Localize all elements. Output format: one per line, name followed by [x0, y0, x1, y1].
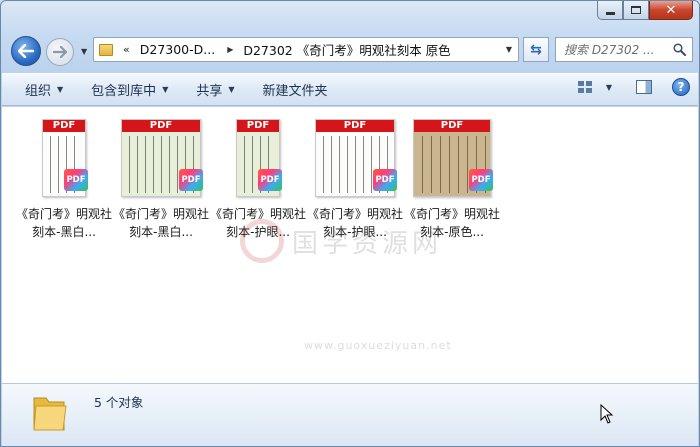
pdf-badge-icon: PDF — [179, 169, 203, 191]
chevron-down-icon: ▼ — [162, 85, 169, 94]
chevron-down-icon: ▼ — [57, 85, 64, 94]
file-item[interactable]: PDF PDF 《奇门考》明观社刻本-护眼... — [210, 113, 306, 241]
pdf-badge-icon: PDF — [469, 169, 493, 191]
pdf-banner: PDF — [316, 120, 394, 132]
search-input[interactable] — [564, 42, 676, 57]
explorer-window: ✕ ▼ « D27300-D... ▶ D27302 《奇门考》明观社刻本 原色… — [0, 0, 700, 447]
breadcrumb-parent[interactable]: D27300-D... — [140, 42, 215, 57]
file-name: 《奇门考》明观社刻本-护眼... — [210, 207, 307, 239]
file-name: 《奇门考》明观社刻本-黑白... — [113, 207, 210, 239]
preview-pane-icon[interactable] — [636, 80, 652, 94]
command-bar: 组织 ▼ 包含到库中 ▼ 共享 ▼ 新建文件夹 ▼ ? — [2, 73, 698, 106]
pdf-banner: PDF — [43, 120, 85, 132]
share-label: 共享 — [196, 84, 223, 99]
details-pane: 5 个对象 — [2, 383, 698, 446]
organize-label: 组织 — [25, 84, 52, 99]
include-in-library-button[interactable]: 包含到库中 ▼ — [82, 77, 177, 103]
close-button[interactable]: ✕ — [649, 1, 693, 20]
pdf-banner: PDF — [122, 120, 200, 132]
chevron-down-icon: ▼ — [228, 85, 235, 94]
search-box[interactable] — [555, 37, 693, 62]
folder-icon — [99, 43, 113, 56]
mouse-cursor-icon — [600, 404, 614, 424]
file-name: 《奇门考》明观社刻本-黑白... — [16, 207, 113, 239]
forward-button[interactable] — [46, 38, 74, 66]
pdf-thumbnail: PDF PDF — [315, 113, 397, 197]
watermark-url: www.guoxueziyuan.net — [304, 339, 452, 352]
new-folder-label: 新建文件夹 — [262, 84, 328, 99]
view-options-dropdown[interactable]: ▼ — [606, 83, 612, 92]
maximize-icon — [631, 6, 641, 14]
breadcrumb-current[interactable]: D27302 《奇门考》明观社刻本 原色 — [243, 40, 450, 59]
pdf-banner: PDF — [414, 120, 490, 132]
pdf-badge-icon: PDF — [373, 169, 397, 191]
file-item[interactable]: PDF PDF 《奇门考》明观社刻本-原色... — [404, 113, 500, 241]
pdf-badge-icon: PDF — [258, 169, 282, 191]
arrow-right-icon — [53, 46, 67, 58]
file-item[interactable]: PDF PDF 《奇门考》明观社刻本-黑白... — [16, 113, 112, 241]
arrow-left-icon — [18, 44, 34, 58]
pdf-thumbnail: PDF PDF — [413, 113, 493, 197]
file-list: PDF PDF 《奇门考》明观社刻本-黑白... PDF PDF 《奇门考》明观… — [2, 107, 698, 383]
recent-pages-dropdown[interactable]: ▼ — [81, 47, 87, 56]
pdf-banner: PDF — [237, 120, 279, 132]
search-icon[interactable] — [673, 43, 686, 56]
maximize-button[interactable] — [623, 1, 649, 20]
share-button[interactable]: 共享 ▼ — [187, 77, 243, 103]
file-name: 《奇门考》明观社刻本-护眼... — [307, 207, 404, 239]
folder-icon — [33, 397, 67, 431]
minimize-icon — [605, 11, 615, 15]
pdf-thumbnail: PDF PDF — [42, 113, 88, 197]
organize-button[interactable]: 组织 ▼ — [16, 77, 72, 103]
file-name: 《奇门考》明观社刻本-原色... — [404, 207, 501, 239]
caption-buttons: ✕ — [597, 1, 693, 21]
file-item[interactable]: PDF PDF 《奇门考》明观社刻本-护眼... — [307, 113, 403, 241]
item-count: 5 个对象 — [94, 395, 144, 410]
new-folder-button[interactable]: 新建文件夹 — [254, 77, 337, 103]
address-bar[interactable]: « D27300-D... ▶ D27302 《奇门考》明观社刻本 原色 ▼ — [93, 37, 519, 62]
toolbar-right: ▼ ? — [577, 78, 690, 96]
pdf-thumbnail: PDF PDF — [236, 113, 282, 197]
file-item[interactable]: PDF PDF 《奇门考》明观社刻本-黑白... — [113, 113, 209, 241]
address-dropdown-icon[interactable]: ▼ — [506, 45, 512, 54]
address-overflow-button[interactable]: « — [123, 43, 130, 56]
change-view-icon[interactable] — [577, 81, 592, 93]
include-in-library-label: 包含到库中 — [91, 84, 157, 99]
help-icon[interactable]: ? — [672, 78, 690, 96]
refresh-button[interactable]: ⇆ — [523, 37, 549, 62]
close-icon: ✕ — [665, 2, 677, 18]
refresh-icon: ⇆ — [530, 41, 542, 58]
back-button[interactable] — [11, 36, 41, 66]
navigation-bar: ▼ « D27300-D... ▶ D27302 《奇门考》明观社刻本 原色 ▼… — [9, 35, 693, 66]
pdf-thumbnail: PDF PDF — [121, 113, 203, 197]
minimize-button[interactable] — [597, 1, 623, 20]
pdf-badge-icon: PDF — [64, 169, 88, 191]
breadcrumb-separator-icon[interactable]: ▶ — [227, 45, 233, 54]
